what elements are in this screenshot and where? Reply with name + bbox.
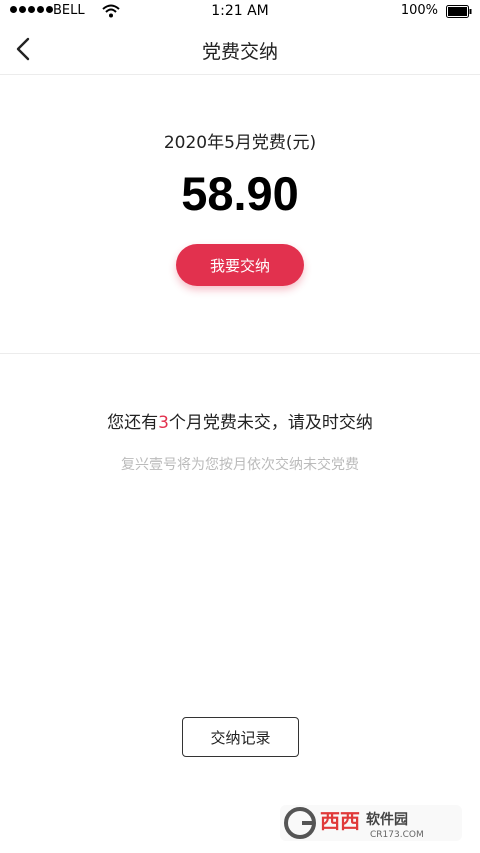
svg-text:西西: 西西	[320, 809, 360, 833]
section-divider	[0, 353, 480, 354]
battery-percentage: 100%	[400, 3, 438, 18]
unpaid-notice-prefix: 您还有	[107, 413, 159, 433]
unpaid-month-count: 3	[158, 413, 169, 433]
fee-label: 2020年5月党费(元)	[163, 133, 317, 153]
unpaid-notice: 您还有3个月党费未交，请及时交纳	[0, 408, 480, 433]
payment-records-button[interactable]: 交纳记录	[182, 717, 299, 757]
unpaid-notice-suffix: 个月党费未交，请及时交纳	[168, 413, 373, 433]
battery-icon	[446, 5, 472, 18]
pay-button[interactable]: 我要交纳	[176, 244, 304, 286]
fee-amount: 58.90	[181, 167, 299, 220]
svg-text:CR173.COM: CR173.COM	[370, 830, 424, 840]
watermark-logo: 西西 软件园 CR173.COM	[280, 805, 462, 841]
page-title: 党费交纳	[201, 41, 278, 63]
auto-pay-note: 复兴壹号将为您按月依次交纳未交党费	[121, 457, 359, 473]
status-bar: BELL 1:21 AM 100%	[0, 0, 480, 24]
svg-text:软件园: 软件园	[366, 811, 408, 828]
nav-bar: 党费交纳	[0, 24, 480, 75]
